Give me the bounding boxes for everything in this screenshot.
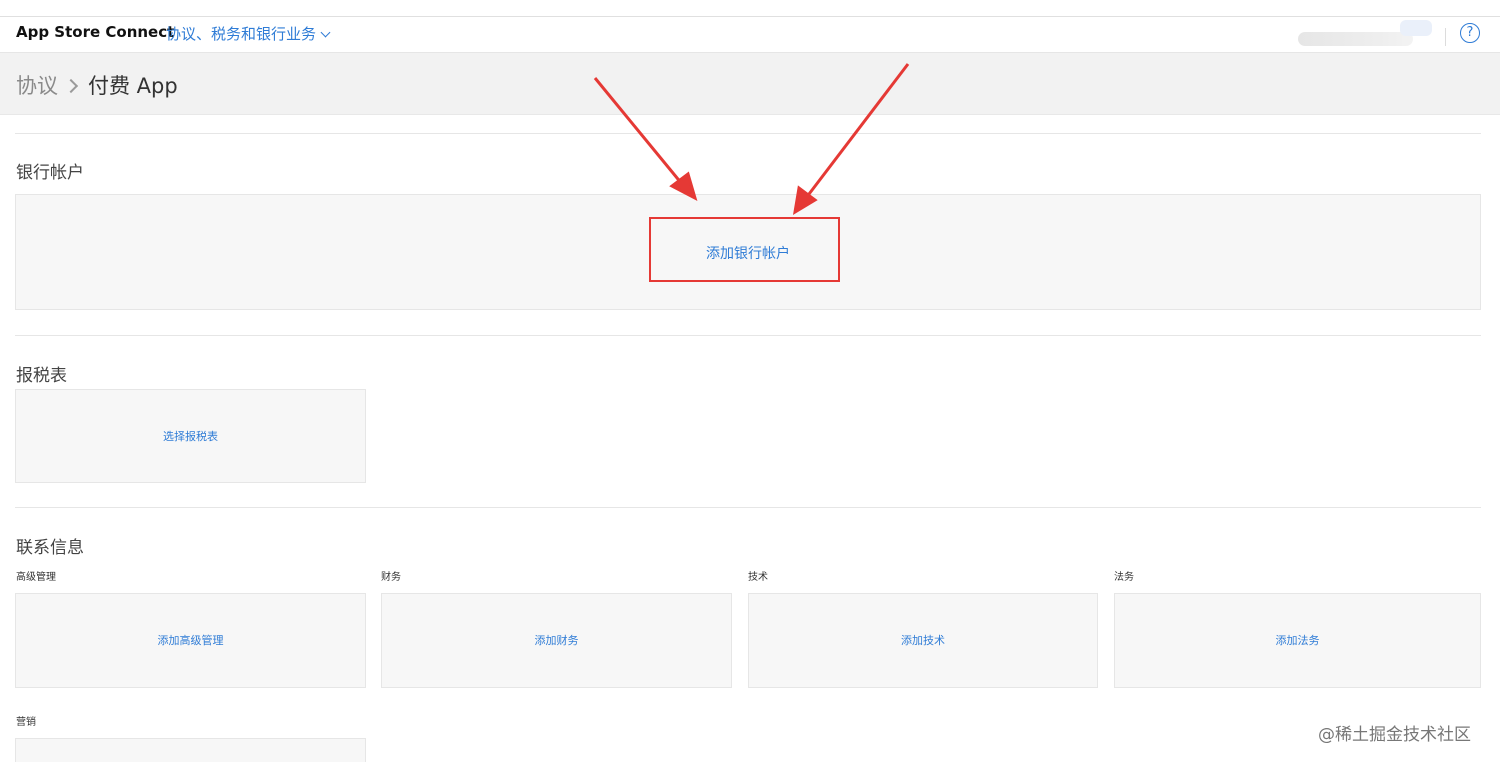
chevron-right-icon bbox=[63, 78, 79, 94]
account-avatar-blurred[interactable] bbox=[1400, 20, 1432, 36]
divider bbox=[1445, 28, 1446, 46]
contact-label-marketing: 营销 bbox=[16, 717, 36, 728]
watermark: @稀土掘金技术社区 bbox=[1318, 725, 1471, 745]
section-menu[interactable]: 协议、税务和银行业务 bbox=[166, 23, 331, 44]
help-icon[interactable]: ? bbox=[1460, 23, 1480, 43]
tax-card: 选择报税表 bbox=[15, 389, 366, 483]
contact-card-senior-management: 添加高级管理 bbox=[15, 593, 366, 688]
page: App Store Connect 协议、税务和银行业务 ? 协议 付费 App … bbox=[0, 0, 1500, 762]
section-menu-label: 协议、税务和银行业务 bbox=[166, 25, 317, 43]
add-finance-link[interactable]: 添加财务 bbox=[382, 632, 731, 648]
divider bbox=[15, 507, 1481, 508]
account-name-blurred[interactable] bbox=[1298, 32, 1413, 46]
annotation-highlight-box bbox=[649, 217, 840, 282]
contact-label-legal: 法务 bbox=[1114, 572, 1134, 583]
select-tax-forms-link[interactable]: 选择报税表 bbox=[16, 428, 365, 444]
contact-label-finance: 财务 bbox=[381, 572, 401, 583]
bank-section-title: 银行帐户 bbox=[16, 163, 84, 183]
breadcrumb-agreements[interactable]: 协议 bbox=[16, 74, 58, 98]
add-legal-link[interactable]: 添加法务 bbox=[1115, 632, 1480, 648]
contacts-section-title: 联系信息 bbox=[16, 538, 84, 558]
contact-card-marketing bbox=[15, 738, 366, 762]
app-title: App Store Connect bbox=[16, 23, 175, 41]
chevron-down-icon bbox=[320, 27, 331, 38]
contact-card-technical: 添加技术 bbox=[748, 593, 1098, 688]
add-technical-link[interactable]: 添加技术 bbox=[749, 632, 1097, 648]
contact-label-technical: 技术 bbox=[748, 572, 768, 583]
divider bbox=[15, 335, 1481, 336]
divider bbox=[15, 133, 1481, 134]
page-header: 协议 付费 App bbox=[0, 53, 1500, 115]
contact-card-legal: 添加法务 bbox=[1114, 593, 1481, 688]
top-bar: App Store Connect 协议、税务和银行业务 ? bbox=[0, 16, 1500, 53]
breadcrumb: 协议 付费 App bbox=[16, 70, 178, 100]
contact-card-finance: 添加财务 bbox=[381, 593, 732, 688]
tax-section-title: 报税表 bbox=[16, 366, 67, 386]
add-senior-management-link[interactable]: 添加高级管理 bbox=[16, 632, 365, 648]
contact-label-senior-management: 高级管理 bbox=[16, 572, 56, 583]
page-title: 付费 App bbox=[88, 74, 178, 98]
